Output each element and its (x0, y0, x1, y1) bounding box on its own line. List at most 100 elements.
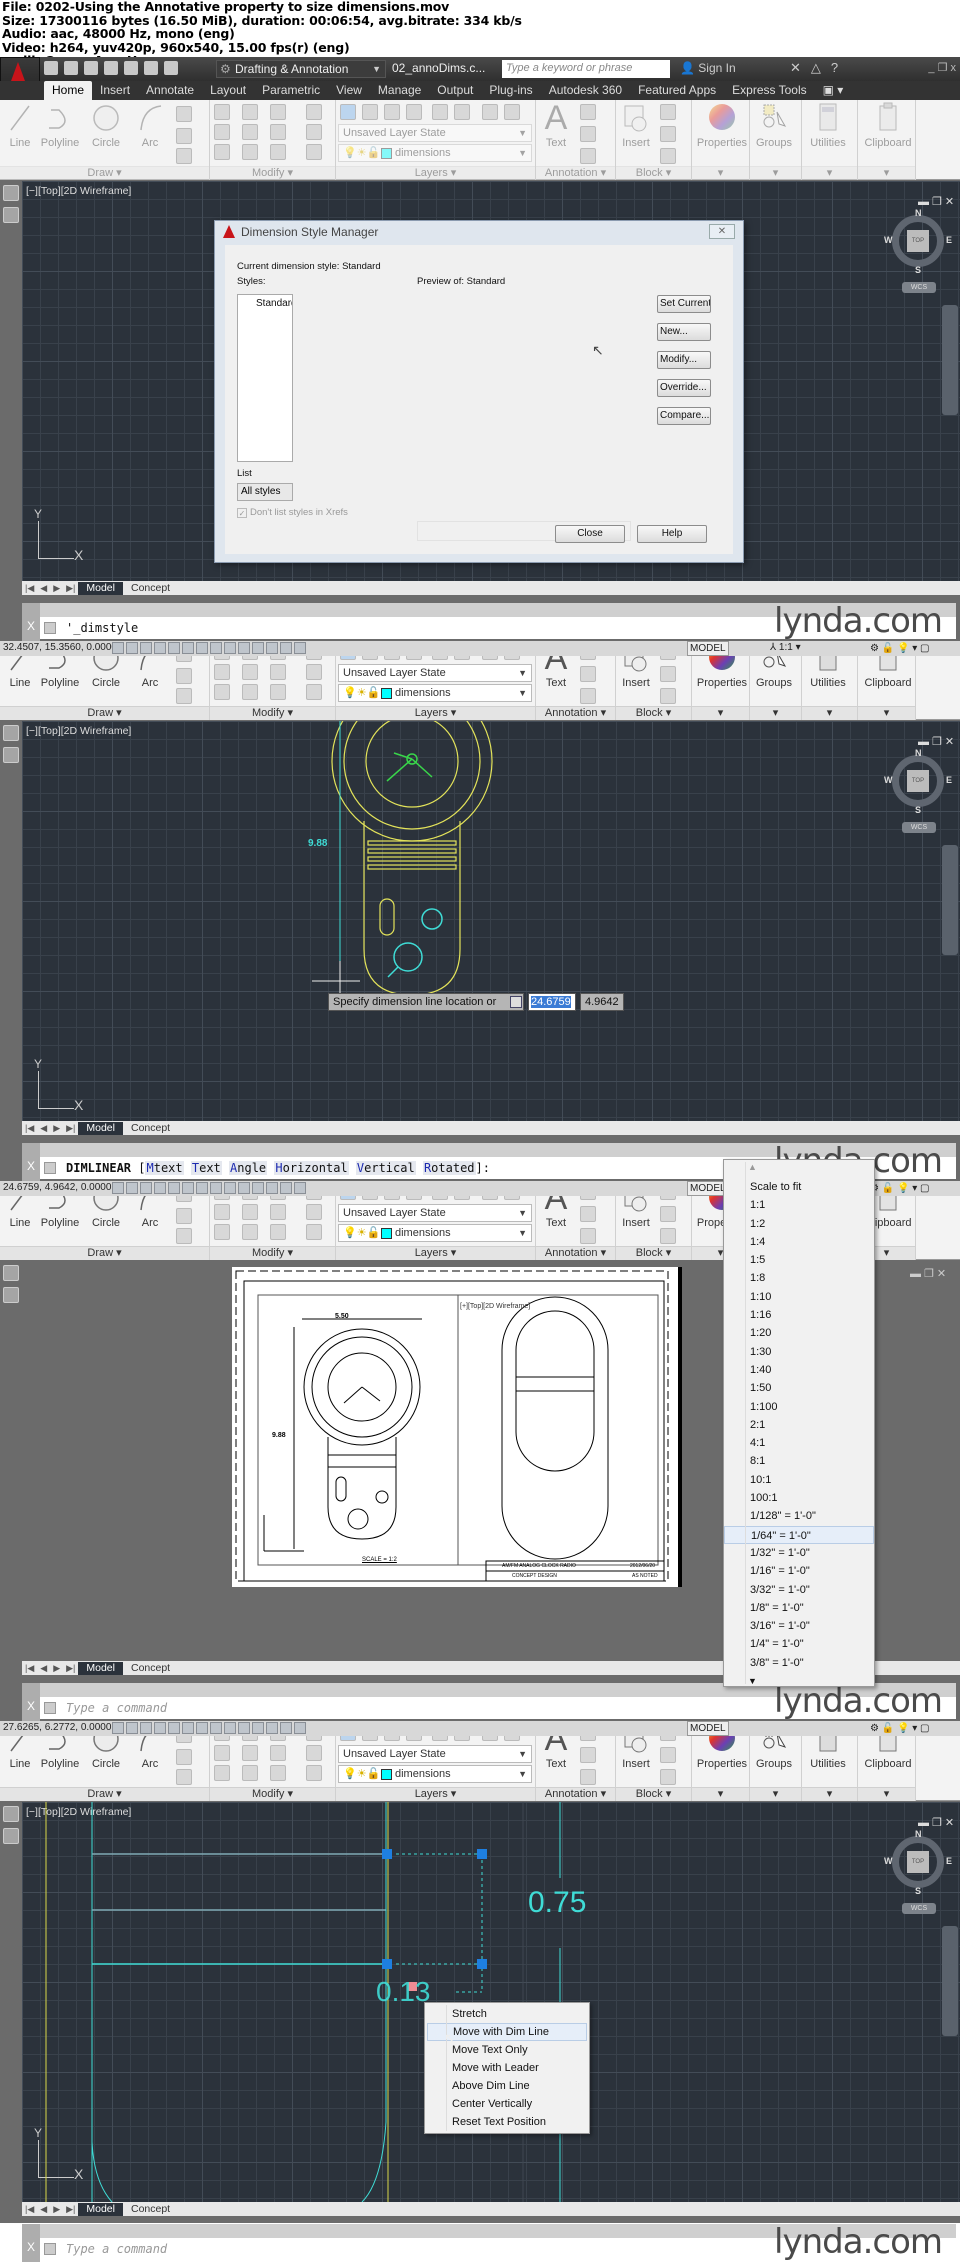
scale-option[interactable]: 1/8" = 1'-0" (724, 1599, 874, 1617)
annotation-panel-label[interactable]: Annotation ▾ (536, 706, 615, 720)
dynamic-options-icon[interactable] (510, 996, 522, 1008)
coordinates-readout[interactable]: 27.6265, 6.2772, 0.0000 (3, 1720, 111, 1736)
command-option[interactable]: Horizontal (274, 1161, 349, 1175)
offset-icon[interactable] (306, 1765, 322, 1781)
utilities-tool[interactable]: Utilities (808, 102, 848, 149)
viewcube[interactable]: TOP N S W E WCS ▬❐✕ (884, 195, 958, 415)
sc-toggle-icon[interactable] (280, 642, 292, 654)
command-close-icon[interactable]: X (22, 1143, 40, 1181)
properties-panel-expander[interactable]: ▾ (692, 166, 749, 180)
table-icon[interactable] (580, 1769, 596, 1785)
scale-option[interactable]: 1:5 (724, 1251, 874, 1269)
tab-model[interactable]: Model (78, 2202, 123, 2216)
layers-icon[interactable] (3, 725, 19, 741)
layer-icon[interactable] (504, 104, 520, 120)
drawing-viewport[interactable]: [−][Top][2D Wireframe] Y X TOP N S W E WCS ▬❐✕ 9.… (22, 721, 960, 1121)
set-current-button[interactable]: Set Current (657, 295, 711, 313)
scale-option[interactable]: 100:1 (724, 1489, 874, 1507)
open-icon[interactable] (64, 61, 78, 75)
layer-state-dropdown[interactable]: Unsaved Layer State ▼ (338, 1204, 532, 1222)
snap-toggle-icon[interactable] (112, 1722, 124, 1734)
sign-in-button[interactable]: Sign In (680, 61, 735, 75)
create-block-icon[interactable] (660, 104, 676, 120)
draw-panel-label[interactable]: Draw ▾ (0, 1246, 209, 1260)
tab-concept[interactable]: Concept (123, 2203, 178, 2216)
stretch-icon[interactable] (214, 1224, 230, 1240)
block-panel-label[interactable]: Block ▾ (616, 1787, 691, 1801)
layers-panel-label[interactable]: Layers ▾ (336, 1246, 535, 1260)
mirror-icon[interactable] (242, 124, 258, 140)
groups-panel-expander[interactable]: ▾ (750, 706, 801, 720)
clipboard-panel-expander[interactable]: ▾ (858, 1787, 915, 1801)
am-toggle-icon[interactable] (294, 1722, 306, 1734)
grid-toggle-icon[interactable] (126, 1182, 138, 1194)
viewport-window-controls[interactable]: ▬❐✕ (918, 195, 957, 208)
explode-icon[interactable] (306, 124, 322, 140)
save-icon[interactable] (84, 61, 98, 75)
layer-icon[interactable] (454, 104, 470, 120)
scroll-down-icon[interactable]: ▼ (748, 1676, 757, 1686)
command-close-icon[interactable]: X (22, 1683, 40, 1721)
search-input[interactable]: Type a keyword or phrase (502, 60, 670, 78)
gradient-icon[interactable] (176, 1228, 192, 1244)
osnap-toggle-icon[interactable] (168, 642, 180, 654)
scale-option[interactable]: 3/8" = 1'-0" (724, 1654, 874, 1672)
sc-toggle-icon[interactable] (280, 1722, 292, 1734)
lwt-toggle-icon[interactable] (238, 1722, 250, 1734)
ducs-toggle-icon[interactable] (210, 642, 222, 654)
compare-button[interactable]: Compare... (657, 407, 711, 425)
tab-parametric[interactable]: Parametric (254, 81, 328, 100)
layer-dropdown[interactable]: 💡☀🔓 dimensions ▼ (338, 684, 532, 702)
close-button[interactable]: Close (555, 525, 625, 543)
scale-option[interactable]: 1/128" = 1'-0" (724, 1507, 874, 1525)
gradient-icon[interactable] (176, 148, 192, 164)
tab-featured-apps[interactable]: Featured Apps (630, 81, 724, 100)
layer-icon[interactable] (482, 104, 498, 120)
compass-w[interactable]: W (884, 235, 893, 245)
navigation-bar[interactable] (942, 305, 958, 415)
arc-tool[interactable]: Arc (130, 102, 170, 149)
insert-tool[interactable]: Insert (616, 102, 656, 149)
polar-toggle-icon[interactable] (154, 642, 166, 654)
circle-tool[interactable]: Circle (86, 102, 126, 149)
scale-option[interactable]: 4:1 (724, 1434, 874, 1452)
tab-model[interactable]: Model (78, 581, 123, 595)
scale-icon[interactable] (242, 144, 258, 160)
groups-panel-expander[interactable]: ▾ (750, 166, 801, 180)
layer-properties-icon[interactable] (340, 104, 356, 120)
modify-button[interactable]: Modify... (657, 351, 711, 369)
dimension-text-0-75[interactable]: 0.75 (528, 1886, 586, 1920)
3dosnap-toggle-icon[interactable] (182, 1182, 194, 1194)
utilities-panel-expander[interactable]: ▾ (802, 1787, 857, 1801)
fillet-icon[interactable] (270, 664, 286, 680)
polar-toggle-icon[interactable] (154, 1182, 166, 1194)
properties-icon[interactable] (3, 747, 19, 763)
modify-panel-label[interactable]: Modify ▾ (210, 1246, 335, 1260)
styles-list[interactable]: Standard (237, 294, 293, 462)
polar-toggle-icon[interactable] (154, 1722, 166, 1734)
command-option[interactable]: Rotated (422, 1161, 476, 1175)
lwt-toggle-icon[interactable] (238, 642, 250, 654)
scale-option[interactable]: 1:4 (724, 1233, 874, 1251)
annotation-panel-label[interactable]: Annotation ▾ (536, 1246, 615, 1260)
dimension-text[interactable]: 9.88 (308, 838, 327, 849)
layers-panel-label[interactable]: Layers ▾ (336, 1787, 535, 1801)
explode-icon[interactable] (306, 664, 322, 680)
tab-nav-next[interactable]: ▶ (50, 1123, 63, 1134)
fillet-icon[interactable] (270, 124, 286, 140)
clipboard-tool[interactable]: Clipboard (862, 102, 914, 149)
layers-icon[interactable] (3, 1265, 19, 1281)
explode-icon[interactable] (306, 1204, 322, 1220)
paper-sheet[interactable]: 5.50 9.88 SCALE = 1:2 [+][Top][2D Wireframe… (232, 1267, 682, 1587)
ortho-toggle-icon[interactable] (140, 642, 152, 654)
scale-option[interactable]: 1:40 (724, 1361, 874, 1379)
annotation-scale-button[interactable]: ⅄ 1:1 ▾ (770, 640, 801, 656)
scale-option[interactable]: 10:1 (724, 1471, 874, 1489)
tab-express-tools[interactable]: Express Tools (724, 81, 814, 100)
utilities-panel-expander[interactable]: ▾ (802, 166, 857, 180)
groups-panel-expander[interactable]: ▾ (750, 1787, 801, 1801)
tab-nav-first[interactable]: |◀ (22, 2204, 37, 2215)
tab-nav-prev[interactable]: ◀ (37, 1663, 50, 1674)
array-icon[interactable] (270, 684, 286, 700)
drawing-viewport[interactable]: [−][Top][2D Wireframe] Y X TOP N S W E WCS ▬❐✕ 0.… (22, 1802, 960, 2202)
